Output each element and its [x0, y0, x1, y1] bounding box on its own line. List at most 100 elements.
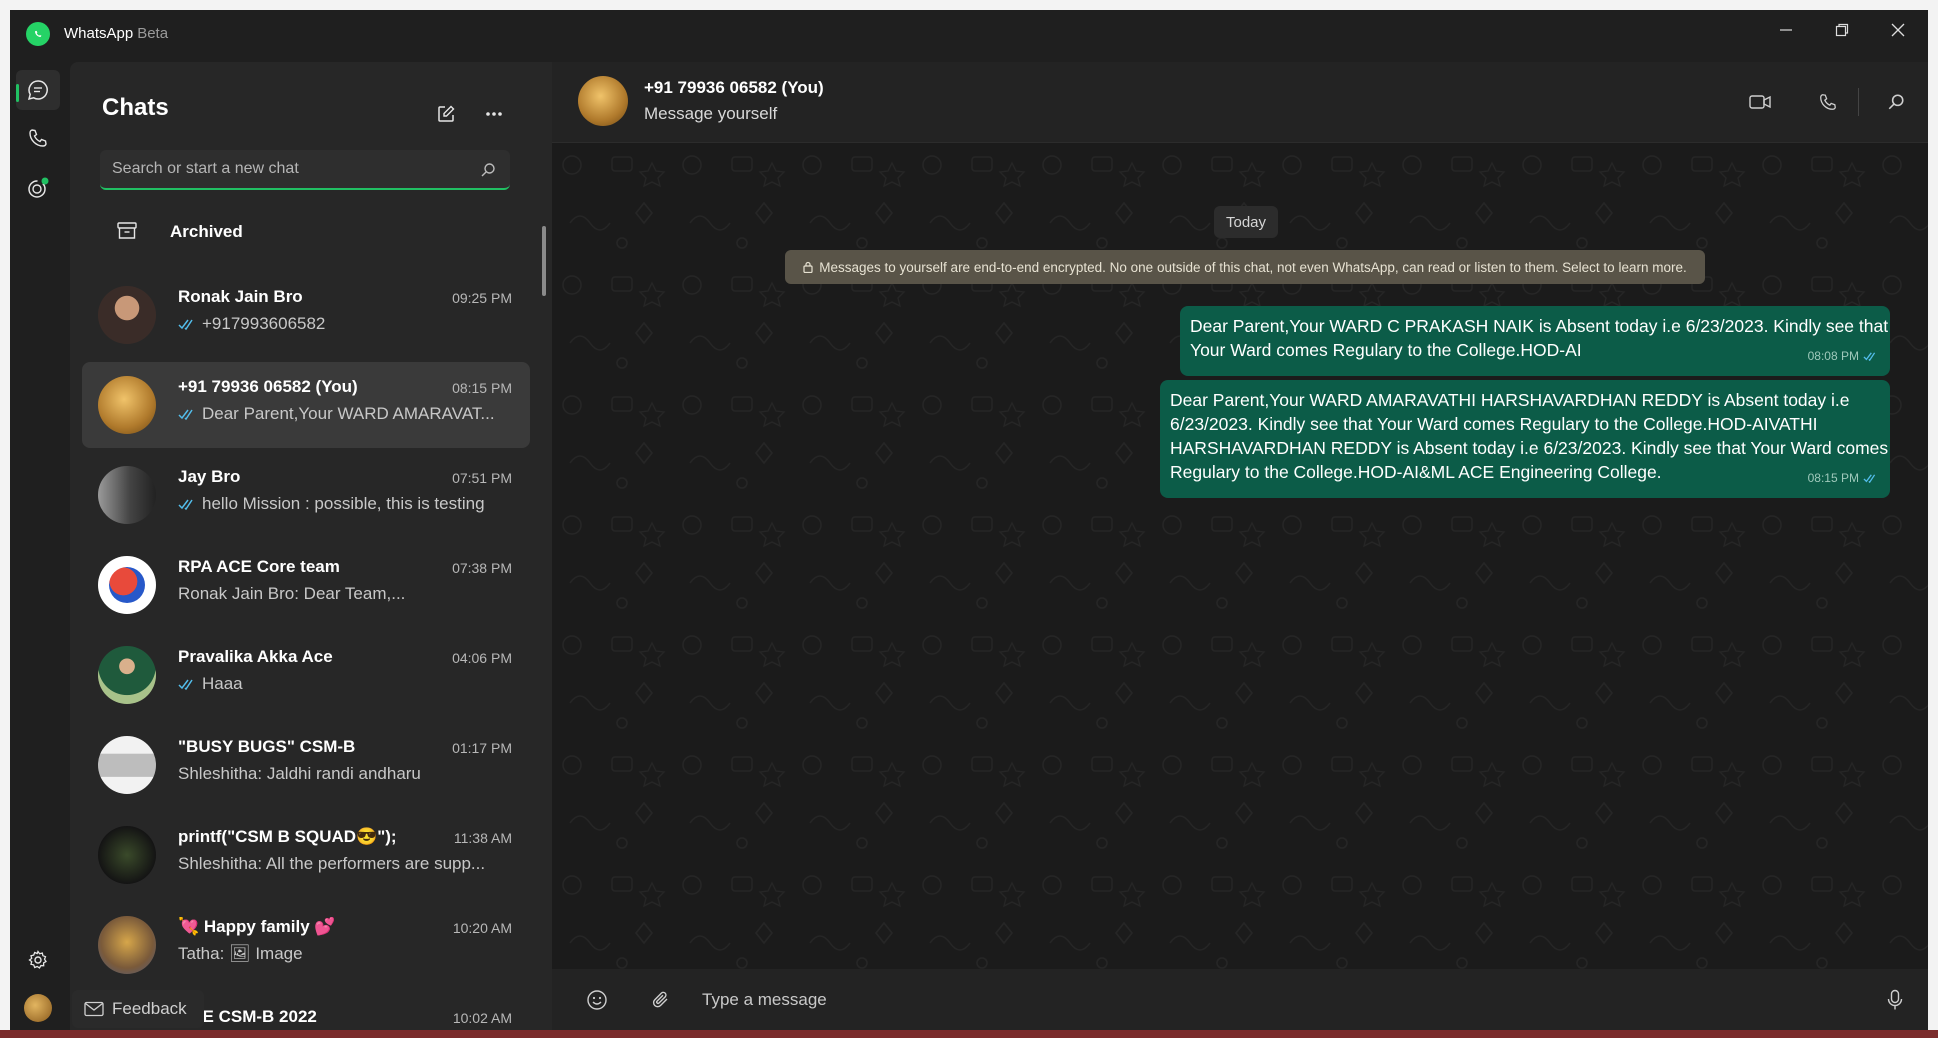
message-bubble[interactable]: Dear Parent,Your WARD C PRAKASH NAIK is … — [1180, 306, 1890, 376]
close-button[interactable] — [1870, 10, 1926, 50]
search-icon — [1888, 94, 1904, 110]
video-icon — [1749, 95, 1771, 109]
chat-item[interactable]: Pravalika Akka Ace 04:06 PM Haaa — [82, 632, 530, 718]
chats-title: Chats — [102, 94, 169, 121]
more-options-button[interactable] — [478, 98, 510, 130]
search-messages-button[interactable] — [1880, 86, 1912, 118]
message-composer — [552, 969, 1928, 1030]
desktop-taskbar-edge — [0, 1030, 1938, 1038]
whatsapp-window: WhatsApp Beta Chats Search or start a ne… — [10, 10, 1928, 1030]
app-beta-badge: Beta — [137, 25, 169, 42]
double-check-icon — [1863, 473, 1876, 483]
message-input[interactable] — [702, 985, 1702, 1015]
chat-preview: Ronak Jain Bro: Dear Team,... — [178, 584, 513, 604]
more-icon — [486, 112, 502, 116]
archived-row[interactable]: Archived — [100, 210, 510, 254]
feedback-button[interactable]: Feedback — [72, 990, 204, 1028]
avatar — [98, 466, 156, 524]
chat-name: Pravalika Akka Ace — [178, 647, 333, 666]
chat-item[interactable]: 💘 Happy family 💕 10:20 AM Tatha: 🖼 Image — [82, 902, 530, 988]
contact-avatar[interactable] — [578, 76, 628, 126]
chat-name: ACE CSM-B 2022 — [178, 1007, 317, 1026]
message-line: Regulary to the College.HOD-AI&ML ACE En… — [1170, 462, 1662, 482]
chat-preview: Shleshitha: All the performers are supp.… — [178, 854, 513, 874]
message-time: 08:08 PM — [1807, 349, 1859, 363]
voice-call-button[interactable] — [1812, 86, 1844, 118]
double-check-icon — [178, 679, 193, 690]
chat-name: Jay Bro — [178, 467, 241, 486]
chat-list-panel: Chats Archived Ronak Jain Bro 09:25 PM +… — [70, 62, 552, 1030]
microphone-icon — [1887, 989, 1903, 1010]
avatar — [98, 286, 156, 344]
gear-icon — [28, 950, 47, 969]
chat-item[interactable]: Ronak Jain Bro 09:25 PM +917993606582 — [82, 272, 530, 358]
encryption-notice-text: Messages to yourself are end-to-end encr… — [819, 259, 1687, 275]
app-name: WhatsApp — [64, 25, 134, 42]
rail-settings-button[interactable] — [16, 940, 60, 980]
chat-preview-text: Shleshitha: Jaldhi randi andharu — [178, 764, 421, 783]
double-check-icon — [1863, 351, 1876, 361]
message-line: HARSHAVARDHAN REDDY is Absent today i.e … — [1170, 438, 1889, 458]
restore-icon — [1835, 23, 1849, 37]
minimize-button[interactable] — [1758, 10, 1814, 50]
chat-preview: hello Mission : possible, this is testin… — [178, 494, 513, 514]
restore-button[interactable] — [1814, 10, 1870, 50]
voice-message-button[interactable] — [1878, 983, 1912, 1017]
header-divider — [1858, 88, 1859, 116]
chat-time: 09:25 PM — [452, 290, 512, 306]
rail-chats-button[interactable] — [16, 70, 60, 110]
chat-name: Ronak Jain Bro — [178, 287, 303, 306]
double-check-icon — [178, 319, 193, 330]
encryption-notice[interactable]: Messages to yourself are end-to-end encr… — [785, 250, 1705, 284]
rail-status-button[interactable] — [16, 168, 60, 208]
conversation-panel: +91 79936 06582 (You) Message yourself T… — [552, 62, 1928, 1030]
chat-preview: Haaa — [178, 674, 513, 694]
minimize-icon — [1780, 29, 1792, 31]
date-chip: Today — [1214, 206, 1278, 238]
message-time: 08:15 PM — [1807, 471, 1859, 485]
avatar — [98, 556, 156, 614]
search-input[interactable] — [112, 150, 472, 188]
avatar — [98, 646, 156, 704]
search-box — [100, 150, 510, 190]
chat-item[interactable]: RPA ACE Core team 07:38 PM Ronak Jain Br… — [82, 542, 530, 628]
emoji-icon — [587, 990, 607, 1010]
chat-time: 04:06 PM — [452, 650, 512, 666]
chat-item[interactable]: printf("CSM B SQUAD😎"); 11:38 AM Shleshi… — [82, 812, 530, 898]
chat-time: 08:15 PM — [452, 380, 512, 396]
contact-subtitle: Message yourself — [644, 104, 778, 123]
chat-preview: Tatha: 🖼 Image — [178, 944, 513, 964]
chat-time: 07:38 PM — [452, 560, 512, 576]
rail-calls-button[interactable] — [16, 118, 60, 158]
attach-button[interactable] — [644, 983, 678, 1017]
chat-time: 10:20 AM — [452, 920, 512, 936]
avatar — [98, 826, 156, 884]
video-call-button[interactable] — [1744, 86, 1776, 118]
profile-avatar — [24, 994, 52, 1022]
chat-preview-text: Tatha: 🖼 Image — [178, 944, 303, 963]
new-chat-button[interactable] — [430, 98, 462, 130]
message-text: Dear Parent,Your WARD AMARAVATHI HARSHAV… — [1170, 388, 1888, 484]
chat-item[interactable]: Jay Bro 07:51 PM hello Mission : possibl… — [82, 452, 530, 538]
emoji-button[interactable] — [580, 983, 614, 1017]
message-bubble[interactable]: Dear Parent,Your WARD AMARAVATHI HARSHAV… — [1160, 380, 1890, 498]
chat-item-selected[interactable]: +91 79936 06582 (You) 08:15 PM Dear Pare… — [82, 362, 530, 448]
chat-name: 💘 Happy family 💕 — [178, 917, 336, 936]
chat-item[interactable]: "BUSY BUGS" CSM-B 01:17 PM Shleshitha: J… — [82, 722, 530, 808]
avatar — [98, 376, 156, 434]
message-line: 6/23/2023. Kindly see that Your Ward com… — [1170, 414, 1818, 434]
chat-list-scrollbar[interactable] — [542, 226, 546, 296]
chat-time: 11:38 AM — [453, 830, 512, 846]
conversation-header[interactable]: +91 79936 06582 (You) Message yourself — [552, 62, 1928, 143]
avatar — [98, 736, 156, 794]
rail-profile-button[interactable] — [16, 988, 60, 1028]
contact-name: +91 79936 06582 (You) — [644, 78, 824, 97]
chat-name: +91 79936 06582 (You) — [178, 377, 358, 396]
chat-time: 10:02 AM — [452, 1010, 512, 1026]
archive-icon — [117, 222, 137, 239]
chat-preview: Dear Parent,Your WARD AMARAVAT... — [178, 404, 513, 424]
close-icon — [1891, 23, 1905, 37]
chat-time: 01:17 PM — [452, 740, 512, 756]
chat-name: RPA ACE Core team — [178, 557, 340, 576]
chat-preview: Shleshitha: Jaldhi randi andharu — [178, 764, 513, 784]
